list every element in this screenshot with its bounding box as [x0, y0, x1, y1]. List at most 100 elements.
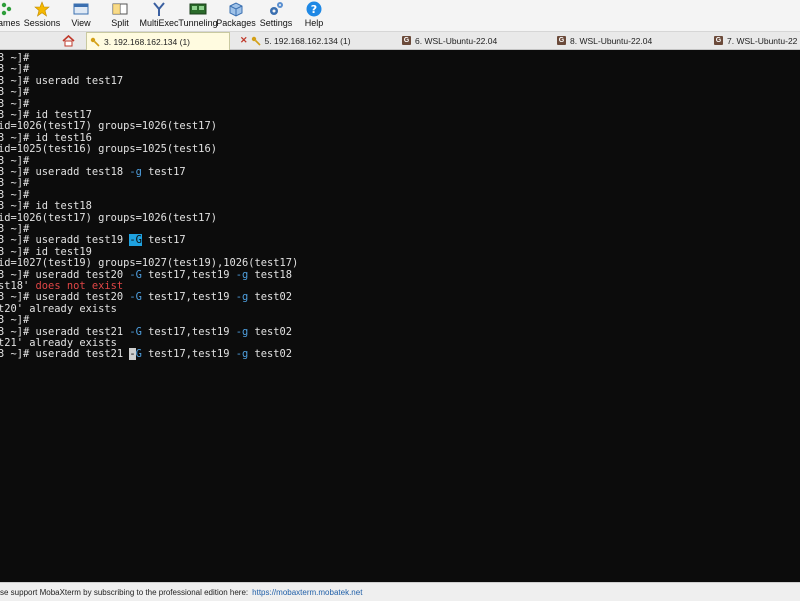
terminal-line: t21' already exists: [0, 338, 117, 349]
terminal-line: 3 ~]# useradd test20 -G test17,test19 -g…: [0, 292, 292, 303]
terminal-text: -G: [129, 234, 142, 247]
terminal-text: 3 ~]#: [0, 97, 30, 110]
terminal-text: id=1027(test19) groups=1027(test19),1026…: [0, 257, 299, 270]
toolbar-label: MultiExec: [139, 18, 179, 28]
terminal-text: -G: [129, 325, 142, 338]
terminal-line: 3 ~]# useradd test17: [0, 74, 124, 87]
terminal-line: 3 ~]# id test19: [0, 246, 92, 258]
terminal-text: 3 ~]#: [0, 52, 30, 64]
toolbar-label: Tunneling: [178, 18, 218, 28]
tab-label: 7. WSL-Ubuntu-22: [727, 35, 798, 46]
error-text: does not exist: [35, 280, 124, 292]
terminal-text: t21' already exists: [0, 337, 117, 349]
star-icon: [33, 1, 51, 17]
toolbar-help-button[interactable]: ? Help: [300, 0, 328, 31]
terminal-line: 3 ~]#: [0, 97, 30, 110]
wsl-icon: G: [714, 36, 723, 45]
tab-label: 8. WSL-Ubuntu-22.04: [570, 35, 653, 46]
terminal-text: 3 ~]#: [0, 188, 30, 201]
terminal-text: id=1026(test17) groups=1026(test17): [0, 120, 217, 133]
terminal-line: 3 ~]# useradd test18 -g test17: [0, 167, 186, 178]
terminal-line: 3 ~]#: [0, 178, 29, 189]
terminal-line: 3 ~]# id test17: [0, 110, 92, 121]
terminal-text: id=1025(test16) groups=1025(test16): [0, 143, 217, 156]
toolbar-multiexec-button[interactable]: MultiExec: [139, 0, 179, 31]
session-tab-bar: 3. 192.168.162.134 (1) ✕ 5. 192.168.162.…: [0, 32, 800, 50]
split-icon: [111, 1, 129, 17]
view-icon: [72, 1, 90, 17]
toolbar-packages-button[interactable]: Packages: [216, 0, 256, 31]
terminal-text: 3 ~]# useradd test19: [0, 234, 130, 247]
terminal-text: test17,test19: [141, 348, 236, 361]
terminal-text: 3 ~]# useradd test20: [0, 268, 130, 281]
terminal-text: st18': [0, 280, 36, 292]
terminal-text: t20' already exists: [0, 302, 117, 315]
terminal-line: t20' already exists: [0, 302, 117, 315]
terminal-text: -g: [235, 348, 249, 361]
terminal-line: 3 ~]# useradd test21 -G test17,test19 -g…: [0, 348, 293, 361]
terminal-text: 3 ~]#: [0, 223, 30, 235]
toolbar-label: Help: [304, 18, 324, 28]
terminal-text: -g: [235, 291, 249, 304]
terminal-text: -G: [129, 291, 142, 304]
toolbar-label: ames: [0, 18, 20, 28]
tab-session-3[interactable]: 3. 192.168.162.134 (1): [86, 32, 230, 50]
toolbar-games-button[interactable]: ames: [0, 0, 24, 31]
main-toolbar: ames Sessions View Split MultiExec Tunne…: [0, 0, 800, 32]
home-tab[interactable]: [60, 33, 76, 48]
terminal-line: 3 ~]#: [0, 188, 30, 201]
terminal-text: 3 ~]# useradd test21: [0, 348, 130, 361]
terminal-line: 3 ~]#: [0, 224, 29, 235]
terminal-line: st18' does not exist: [0, 281, 123, 292]
terminal-text: test17,test19: [141, 268, 236, 281]
toolbar-label: Split: [111, 18, 129, 28]
ssh-key-icon: [251, 36, 261, 46]
toolbar-settings-button[interactable]: Settings: [258, 0, 294, 31]
terminal-text: 3 ~]# useradd test17: [0, 74, 124, 87]
tab-session-5[interactable]: ✕ 5. 192.168.162.134 (1): [236, 33, 394, 48]
terminal-line: 3 ~]# useradd test20 -G test17,test19 -g…: [0, 268, 292, 281]
games-icon: [0, 1, 18, 17]
tab-session-6[interactable]: G 6. WSL-Ubuntu-22.04: [400, 33, 550, 48]
toolbar-label: Settings: [259, 18, 293, 28]
terminal-line: 3 ~]#: [0, 53, 29, 64]
tab-label: 5. 192.168.162.134 (1): [264, 35, 351, 46]
packages-icon: [227, 1, 245, 17]
terminal-line: id=1027(test19) groups=1027(test19),1026…: [0, 258, 298, 269]
terminal-text: 3 ~]# id test16: [0, 131, 92, 144]
toolbar-label: Sessions: [23, 18, 61, 28]
terminal-line: 3 ~]# useradd test19 -G test17: [0, 234, 186, 247]
wsl-icon: G: [557, 36, 566, 45]
terminal-line: 3 ~]#: [0, 315, 29, 326]
terminal-line: 3 ~]# useradd test21 -G test17,test19 -g…: [0, 325, 292, 338]
terminal-text: 3 ~]#: [0, 314, 30, 327]
terminal-text: -G: [129, 268, 142, 281]
terminal-line: 3 ~]#: [0, 154, 30, 167]
toolbar-view-button[interactable]: View: [66, 0, 96, 31]
close-icon[interactable]: ✕: [240, 35, 248, 46]
terminal-text: 3 ~]# id test18: [0, 200, 92, 213]
terminal-text: test17: [141, 166, 186, 178]
terminal-text: 3 ~]# useradd test21: [0, 325, 130, 338]
home-icon: [61, 34, 75, 46]
status-link[interactable]: https://mobaxterm.mobatek.net: [252, 588, 362, 597]
toolbar-tunneling-button[interactable]: Tunneling: [178, 0, 218, 31]
terminal-text: 3 ~]#: [0, 63, 30, 76]
terminal-text: 3 ~]# useradd test20: [0, 291, 130, 304]
tab-label: 6. WSL-Ubuntu-22.04: [415, 35, 498, 46]
terminal-pane[interactable]: 3 ~]# 3 ~]# 3 ~]# useradd test17 3 ~]# 3 ~]#…: [0, 50, 800, 582]
tab-session-8[interactable]: G 8. WSL-Ubuntu-22.04: [555, 33, 707, 48]
help-icon: ?: [305, 1, 323, 17]
toolbar-label: View: [71, 18, 91, 28]
multiexec-icon: [150, 1, 168, 17]
terminal-text: test02: [248, 348, 293, 361]
terminal-line: id=1026(test17) groups=1026(test17): [0, 212, 217, 224]
terminal-line: 3 ~]#: [0, 87, 29, 98]
terminal-text: 3 ~]#: [0, 154, 30, 167]
terminal-text: test02: [248, 291, 293, 304]
terminal-line: 3 ~]#: [0, 64, 29, 75]
terminal-text: 3 ~]# id test17: [0, 109, 92, 121]
toolbar-split-button[interactable]: Split: [105, 0, 135, 31]
tab-session-7[interactable]: G 7. WSL-Ubuntu-22: [712, 33, 800, 48]
toolbar-sessions-button[interactable]: Sessions: [24, 0, 60, 31]
